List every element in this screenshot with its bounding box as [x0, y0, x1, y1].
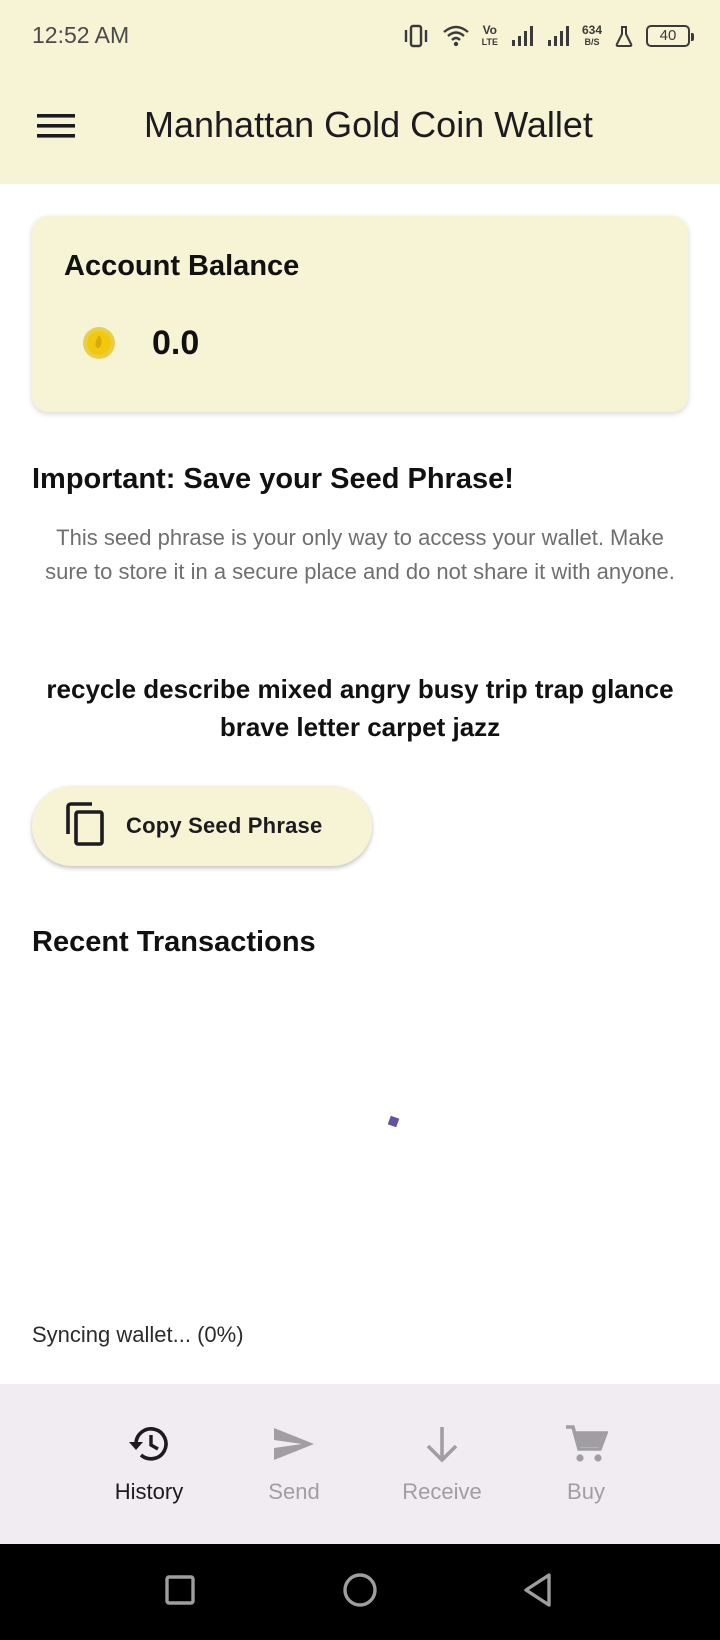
history-icon: [127, 1424, 171, 1469]
volte-sub: LTE: [481, 37, 498, 47]
nav-history[interactable]: History: [79, 1384, 219, 1544]
copy-seed-phrase-button[interactable]: Copy Seed Phrase: [32, 786, 372, 866]
seed-phrase: recycle describe mixed angry busy trip t…: [46, 674, 674, 742]
nav-receive-label: Receive: [402, 1479, 482, 1504]
back-button[interactable]: [514, 1568, 562, 1616]
volte-label: Vo: [482, 23, 498, 37]
seed-heading: Important: Save your Seed Phrase!: [32, 463, 514, 495]
status-bar: 12:52 AM Vo LTE 634 B/S 40: [0, 0, 720, 72]
seed-description: This seed phrase is your only way to acc…: [45, 525, 675, 584]
app-bar: Manhattan Gold Coin Wallet: [0, 72, 720, 184]
sync-status: Syncing wallet... (0%): [32, 1322, 244, 1347]
recent-apps-button[interactable]: [156, 1568, 204, 1616]
signal-icon-sim2: [546, 24, 570, 48]
status-icons: Vo LTE 634 B/S 40: [402, 20, 694, 52]
loading-spinner: [387, 1115, 400, 1128]
system-navigation-bar: [0, 1544, 720, 1640]
status-time: 12:52 AM: [32, 22, 130, 48]
network-speed-unit: B/S: [584, 37, 600, 47]
recent-transactions-heading: Recent Transactions: [32, 926, 316, 958]
copy-seed-phrase-label: Copy Seed Phrase: [126, 813, 323, 838]
menu-button[interactable]: [28, 100, 84, 156]
balance-card: Account Balance 0.0: [32, 216, 688, 412]
nav-send-label: Send: [268, 1479, 320, 1504]
vibrate-icon: [402, 24, 430, 48]
home-button[interactable]: [336, 1568, 384, 1616]
menu-icon: [37, 112, 75, 145]
flask-icon: [614, 24, 634, 48]
arrow-down-icon: [420, 1424, 464, 1469]
bottom-navigation: History Send Receive Buy: [0, 1384, 720, 1544]
wifi-icon: [442, 24, 470, 48]
copy-icon: [66, 801, 106, 851]
cart-icon: [564, 1424, 609, 1469]
battery-icon: 40: [646, 25, 694, 47]
signal-icon-sim1: [510, 24, 534, 48]
nav-receive[interactable]: Receive: [372, 1384, 512, 1544]
nav-buy-label: Buy: [567, 1479, 605, 1504]
balance-value: 0.0: [152, 324, 200, 362]
app-title: Manhattan Gold Coin Wallet: [144, 104, 593, 145]
circle-icon: [342, 1572, 378, 1613]
nav-buy[interactable]: Buy: [516, 1384, 656, 1544]
square-icon: [164, 1574, 196, 1611]
network-speed: 634 B/S: [582, 24, 602, 48]
send-icon: [272, 1424, 316, 1469]
nav-history-label: History: [114, 1479, 184, 1504]
network-speed-value: 634: [581, 23, 602, 37]
nav-send[interactable]: Send: [224, 1384, 364, 1544]
gold-coin-icon: [82, 326, 116, 360]
balance-label: Account Balance: [64, 250, 300, 282]
back-triangle-icon: [522, 1572, 554, 1613]
volte-icon: Vo LTE: [482, 24, 498, 48]
